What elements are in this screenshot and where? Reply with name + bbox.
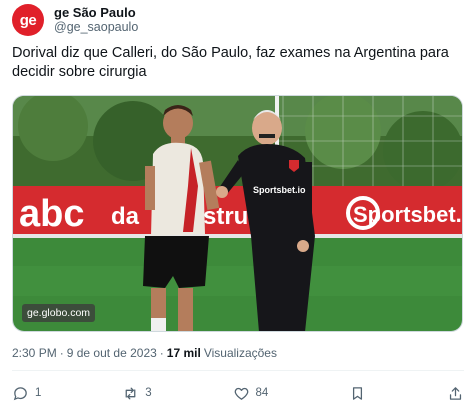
retweet-button[interactable]: 3 bbox=[122, 385, 152, 402]
retweet-count: 3 bbox=[145, 387, 152, 399]
media-watermark: ge.globo.com bbox=[22, 304, 96, 322]
tweet-date[interactable]: 9 de out de 2023 bbox=[67, 346, 157, 360]
avatar[interactable]: ge bbox=[12, 4, 44, 36]
tweet-actions: 1 3 84 bbox=[12, 380, 464, 406]
avatar-logo-text: ge bbox=[19, 11, 37, 29]
banner-sportsbet-text: Sportsbet.io bbox=[353, 202, 463, 227]
tweet-photo[interactable]: abc da strua Sportsbet.io bbox=[12, 95, 463, 332]
shirt-sponsor-text: Sportsbet.io bbox=[253, 185, 306, 195]
tweet-header: ge ge São Paulo @ge_saopaulo bbox=[12, 4, 138, 36]
tweet-time[interactable]: 2:30 PM bbox=[12, 346, 57, 360]
banner-abc-text: abc bbox=[19, 193, 84, 235]
meta-separator: · bbox=[159, 346, 164, 360]
share-icon bbox=[449, 386, 462, 400]
author-handle[interactable]: @ge_saopaulo bbox=[54, 20, 138, 35]
divider bbox=[12, 370, 464, 371]
views-label: Visualizações bbox=[203, 346, 277, 360]
like-button[interactable]: 84 bbox=[233, 385, 269, 402]
banner-da-text: da bbox=[111, 203, 140, 230]
meta-separator: · bbox=[59, 346, 64, 360]
bookmark-icon bbox=[353, 386, 363, 400]
share-button[interactable] bbox=[447, 385, 464, 402]
author-display-name[interactable]: ge São Paulo bbox=[54, 5, 138, 20]
training-photo-illustration: abc da strua Sportsbet.io bbox=[13, 96, 463, 331]
tweet-text: Dorival diz que Calleri, do São Paulo, f… bbox=[12, 45, 449, 80]
like-count: 84 bbox=[255, 387, 269, 399]
reply-icon bbox=[13, 386, 27, 400]
heart-icon bbox=[234, 387, 248, 400]
views-count: 17 mil bbox=[166, 346, 201, 360]
reply-button[interactable]: 1 bbox=[12, 385, 41, 402]
author-names: ge São Paulo @ge_saopaulo bbox=[54, 5, 138, 35]
reply-count: 1 bbox=[35, 387, 42, 399]
retweet-icon bbox=[125, 387, 136, 399]
bookmark-button[interactable] bbox=[349, 385, 366, 402]
tweet-meta: 2:30 PM · 9 de out de 2023 · 17 mil Visu… bbox=[12, 346, 277, 360]
